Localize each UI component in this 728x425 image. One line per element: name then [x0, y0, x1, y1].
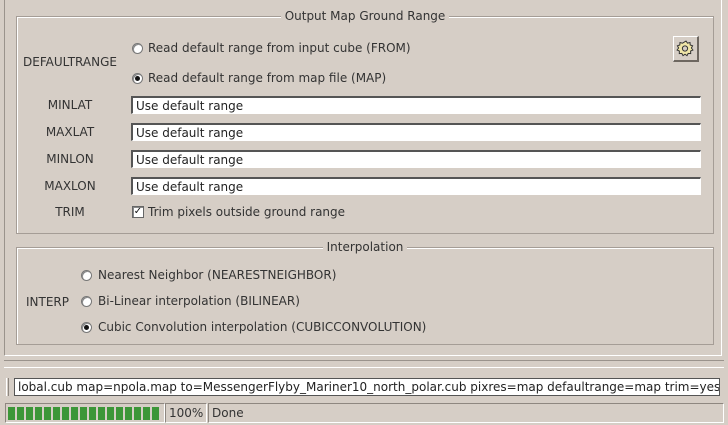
- progress-percent-text: 100%: [169, 406, 204, 420]
- trim-checkbox-label[interactable]: Trim pixels outside ground range: [148, 205, 345, 219]
- maxlon-field[interactable]: Use default range: [131, 177, 701, 195]
- radio-from-map-file[interactable]: [132, 73, 143, 84]
- status-message: Done: [208, 403, 724, 423]
- maxlon-label: MAXLON: [44, 179, 96, 193]
- panel-divider: [4, 360, 724, 368]
- progress-segment: [98, 407, 105, 420]
- trim-label: TRIM: [55, 205, 85, 219]
- settings-button[interactable]: [673, 36, 699, 62]
- progress-segment: [35, 407, 42, 420]
- command-line-grip: [6, 378, 9, 396]
- maxlat-field[interactable]: Use default range: [131, 123, 701, 141]
- interp-label: INTERP: [26, 295, 70, 309]
- progress-segment: [26, 407, 33, 420]
- progress-segment: [71, 407, 78, 420]
- progress-segment: [17, 407, 24, 420]
- interpolation-title: Interpolation: [322, 240, 408, 254]
- radio-cubic-convolution[interactable]: [81, 322, 92, 333]
- radio-bilinear[interactable]: [81, 296, 92, 307]
- minlon-label: MINLON: [46, 152, 94, 166]
- radio-cubic-convolution-label[interactable]: Cubic Convolution interpolation (CUBICCO…: [98, 320, 426, 334]
- radio-nearest-neighbor-label[interactable]: Nearest Neighbor (NEARESTNEIGHBOR): [98, 268, 336, 282]
- progress-segment: [143, 407, 150, 420]
- progress-segment: [134, 407, 141, 420]
- progress-segment: [80, 407, 87, 420]
- progress-percent: 100%: [165, 403, 207, 423]
- minlon-field[interactable]: Use default range: [131, 150, 701, 168]
- radio-nearest-neighbor[interactable]: [81, 270, 92, 281]
- status-message-text: Done: [212, 406, 244, 420]
- progress-segment: [62, 407, 69, 420]
- progress-segment: [8, 407, 15, 420]
- maxlat-label: MAXLAT: [45, 125, 95, 139]
- minlat-label: MINLAT: [47, 98, 93, 112]
- defaultrange-label: DEFAULTRANGE: [23, 55, 117, 69]
- command-line-input[interactable]: lobal.cub map=npola.map to=MessengerFlyb…: [14, 378, 720, 396]
- progress-segment: [152, 407, 159, 420]
- progress-segment: [107, 407, 114, 420]
- ground-range-title: Output Map Ground Range: [280, 9, 450, 23]
- trim-checkbox[interactable]: ✓: [132, 206, 144, 218]
- radio-from-map-file-label[interactable]: Read default range from map file (MAP): [148, 71, 386, 85]
- progress-segment: [53, 407, 60, 420]
- progress-segment: [125, 407, 132, 420]
- minlat-field[interactable]: Use default range: [131, 96, 701, 114]
- gear-icon: [676, 40, 694, 57]
- radio-from-input-cube-label[interactable]: Read default range from input cube (FROM…: [148, 41, 411, 55]
- progress-segment: [116, 407, 123, 420]
- progress-segment: [89, 407, 96, 420]
- radio-from-input-cube[interactable]: [132, 43, 143, 54]
- radio-bilinear-label[interactable]: Bi-Linear interpolation (BILINEAR): [98, 294, 300, 308]
- progress-segment: [44, 407, 51, 420]
- progress-bar: [5, 403, 165, 423]
